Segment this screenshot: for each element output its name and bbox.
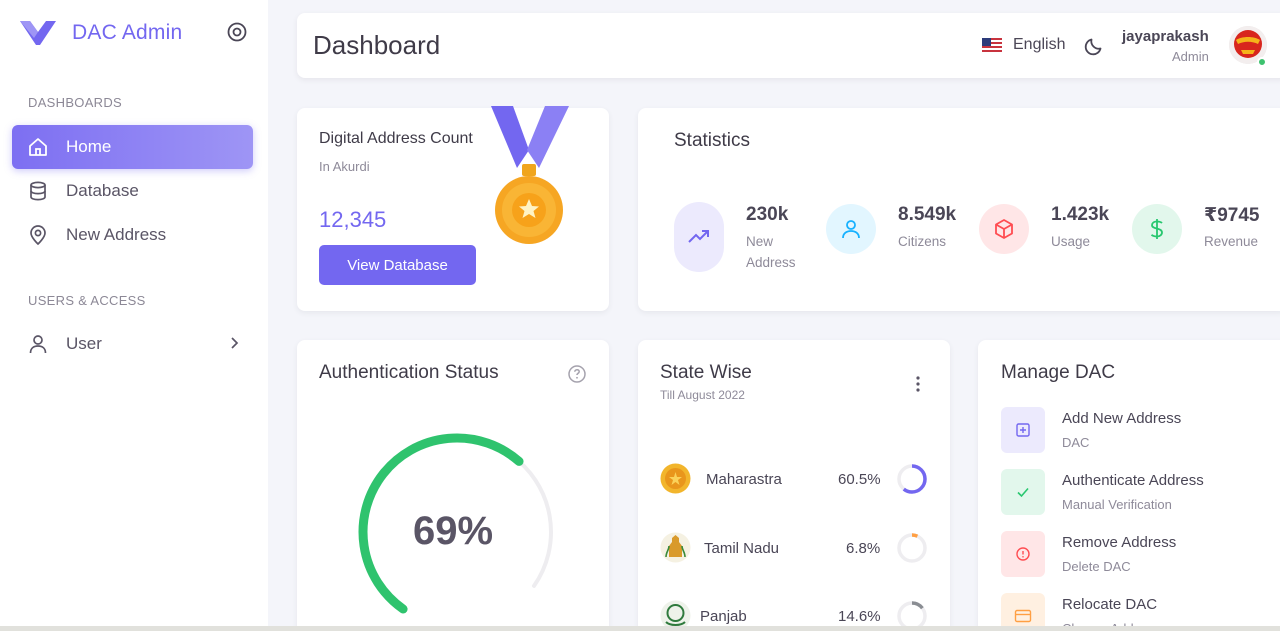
auth-percent-label: 69% <box>412 509 494 553</box>
manage-item-name: Authenticate Address <box>1062 472 1204 489</box>
trending-up-icon <box>674 202 724 272</box>
dollar-icon <box>1132 204 1182 254</box>
top-header: Dashboard English jayaprakash Admin <box>297 13 1280 78</box>
brand[interactable]: DAC Admin <box>18 16 182 50</box>
user-icon <box>826 204 876 254</box>
sidebar-toggle-icon[interactable] <box>226 21 248 43</box>
section-label-users-access: USERS & ACCESS <box>28 293 146 308</box>
plus-square-icon <box>1001 407 1045 453</box>
brand-name: DAC Admin <box>72 21 183 44</box>
statistics-card: Statistics 230k New Address 8.549k Citiz… <box>638 108 1280 311</box>
state-progress-ring <box>897 533 927 563</box>
page-title: Dashboard <box>313 30 441 60</box>
manage-item-authenticate-address[interactable]: Authenticate Address Manual Verification <box>1001 469 1280 515</box>
language-label: English <box>1013 36 1066 53</box>
stat-label: Usage <box>1051 234 1091 249</box>
medal-icon <box>491 106 569 244</box>
chevron-right-icon <box>231 337 239 349</box>
moon-icon[interactable] <box>1084 34 1106 56</box>
sidebar-item-label: New Address <box>66 225 167 244</box>
sidebar-item-database[interactable]: Database <box>12 169 253 213</box>
bottom-scroll-edge <box>0 626 1280 631</box>
stat-value: 1.423k <box>1051 204 1110 225</box>
state-wise-title: State Wise <box>660 362 752 383</box>
stat-label: New Address <box>746 234 796 270</box>
user-role: Admin <box>1172 49 1209 64</box>
manage-item-sub: Manual Verification <box>1062 497 1172 512</box>
stat-value: 230k <box>746 204 789 225</box>
statistics-title: Statistics <box>674 130 751 151</box>
sidebar-item-label: Database <box>66 181 139 200</box>
manage-item-sub: Delete DAC <box>1062 559 1131 574</box>
sidebar-item-home[interactable]: Home <box>12 125 253 169</box>
authentication-status-card: Authentication Status 69% <box>297 340 609 631</box>
check-icon <box>1001 469 1045 515</box>
help-circle-icon[interactable] <box>567 364 587 384</box>
language-selector[interactable]: English <box>982 36 1065 54</box>
dac-count-value: 12,345 <box>319 207 387 232</box>
state-wise-subtitle: Till August 2022 <box>660 388 745 402</box>
user-name: jayaprakash <box>1122 28 1209 45</box>
digital-address-count-card: Digital Address Count In Akurdi 12,345 V… <box>297 106 609 311</box>
manage-dac-title: Manage DAC <box>1001 362 1116 383</box>
state-row-tamil-nadu[interactable]: Tamil Nadu 6.8% <box>660 532 930 564</box>
state-progress-ring <box>897 464 927 494</box>
state-name: Maharastra <box>706 471 782 488</box>
sidebar-item-label: Home <box>66 137 112 156</box>
manage-item-remove-address[interactable]: Remove Address Delete DAC <box>1001 531 1280 577</box>
state-name: Tamil Nadu <box>704 540 780 557</box>
state-row-maharastra[interactable]: Maharastra 60.5% <box>660 463 930 495</box>
state-name: Panjab <box>700 608 747 625</box>
manage-item-name: Remove Address <box>1062 534 1177 551</box>
sidebar-item-new-address[interactable]: New Address <box>12 213 253 257</box>
manage-item-name: Add New Address <box>1062 410 1182 427</box>
more-vertical-icon[interactable] <box>910 374 926 394</box>
manage-item-name: Relocate DAC <box>1062 596 1158 613</box>
stat-label: Citizens <box>898 234 947 249</box>
manage-item-sub: DAC <box>1062 435 1090 450</box>
database-icon <box>27 180 49 202</box>
cube-icon <box>979 204 1029 254</box>
auth-card-title: Authentication Status <box>319 362 499 383</box>
stat-value: ₹9745 <box>1204 205 1260 226</box>
user-icon <box>27 333 49 355</box>
stat-value: 8.549k <box>898 204 957 225</box>
home-icon <box>27 136 49 158</box>
us-flag-icon <box>982 38 1002 52</box>
tamil-nadu-emblem-icon <box>660 532 691 563</box>
sidebar: DAC Admin DASHBOARDS Home Database New A… <box>0 0 268 631</box>
manage-dac-card: Manage DAC Add New Address DAC Authentic… <box>978 340 1280 631</box>
dac-card-title: Digital Address Count <box>319 130 473 147</box>
map-pin-icon <box>27 224 49 246</box>
section-label-dashboards: DASHBOARDS <box>28 95 123 110</box>
alert-circle-icon <box>1001 531 1045 577</box>
state-percent: 6.8% <box>846 540 881 557</box>
state-wise-card: State Wise Till August 2022 Maharastra 6… <box>638 340 950 631</box>
online-status-dot <box>1257 57 1267 67</box>
stat-label: Revenue <box>1204 234 1259 249</box>
brand-logo-icon <box>20 21 56 45</box>
state-percent: 60.5% <box>838 471 881 488</box>
state-percent: 14.6% <box>838 608 881 625</box>
view-database-button[interactable]: View Database <box>319 245 476 285</box>
manage-item-add-new-address[interactable]: Add New Address DAC <box>1001 407 1280 453</box>
sidebar-item-user[interactable]: User <box>12 322 253 366</box>
maharashtra-emblem-icon <box>660 463 691 494</box>
sidebar-item-label: User <box>66 334 102 353</box>
dac-card-subtitle: In Akurdi <box>319 159 370 174</box>
